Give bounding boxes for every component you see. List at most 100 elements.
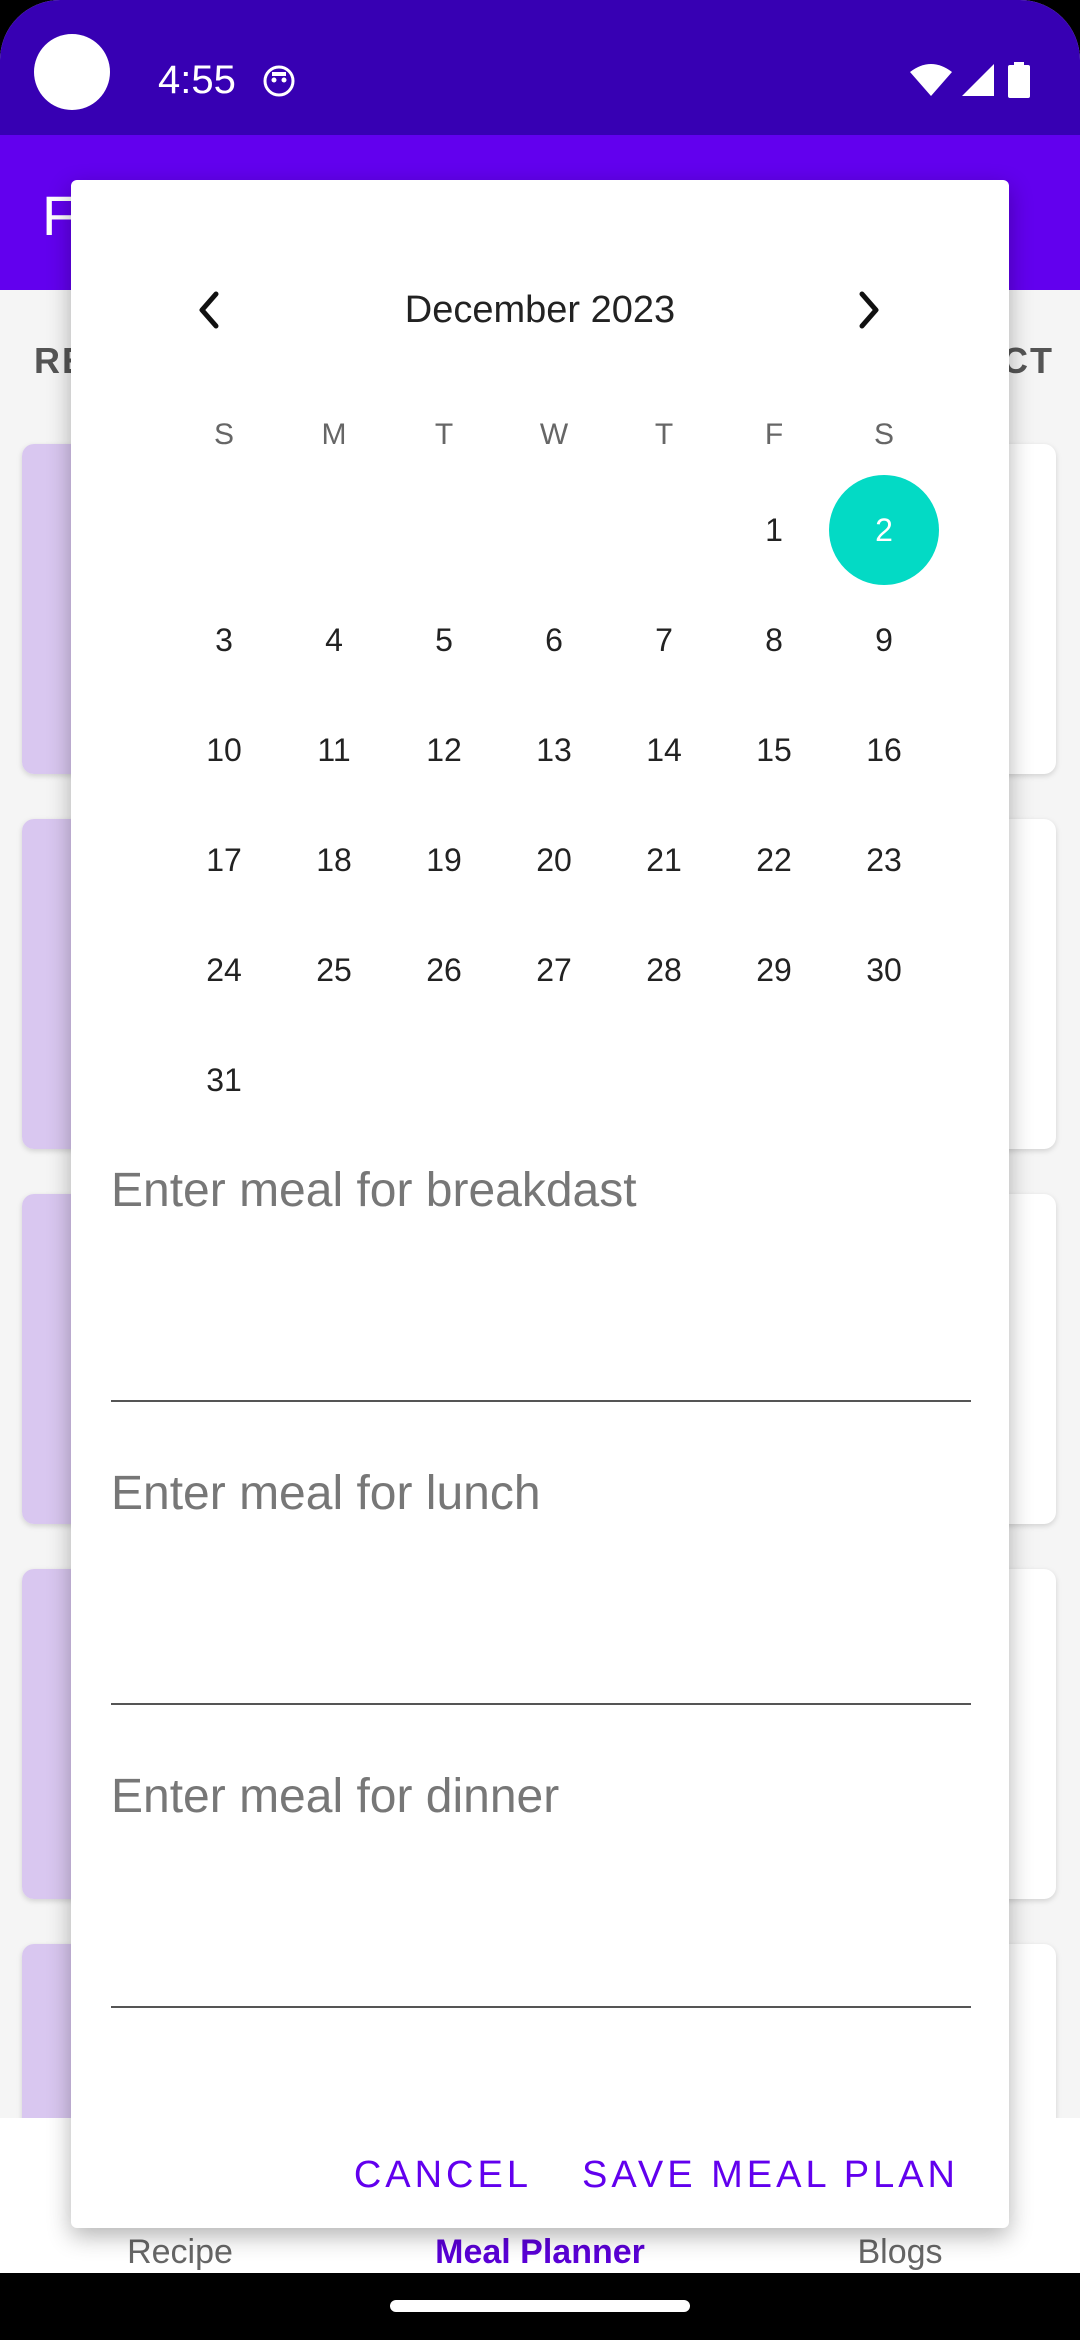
calendar-day-number: 2	[875, 511, 893, 548]
calendar-day-number: 22	[756, 841, 792, 878]
calendar-empty-cell	[499, 1025, 609, 1135]
calendar-day[interactable]: 13	[499, 695, 609, 805]
calendar-day-number: 10	[206, 731, 242, 768]
calendar-day-number: 8	[765, 621, 783, 658]
calendar-week-row: 3 4 5 6 7 8 9	[169, 585, 939, 695]
calendar-day-number: 30	[866, 951, 902, 988]
calendar-day-number: 20	[536, 841, 572, 878]
weekday-label: S	[873, 418, 894, 451]
chevron-left-icon	[199, 291, 219, 329]
calendar-empty-cell	[609, 1025, 719, 1135]
calendar-day[interactable]: 24	[169, 915, 279, 1025]
lunch-field[interactable]	[111, 1453, 971, 1705]
calendar-week-row: 17 18 19 20 21 22 23	[169, 805, 939, 915]
calendar-day[interactable]: 2	[829, 475, 939, 585]
calendar-day[interactable]: 23	[829, 805, 939, 915]
calendar-day[interactable]: 20	[499, 805, 609, 915]
calendar-day[interactable]: 30	[829, 915, 939, 1025]
calendar-day-number: 6	[545, 621, 563, 658]
calendar-day[interactable]: 6	[499, 585, 609, 695]
calendar-day[interactable]: 22	[719, 805, 829, 915]
save-meal-plan-button[interactable]: SAVE MEAL PLAN	[582, 2140, 959, 2210]
calendar-day-number: 16	[866, 731, 902, 768]
lunch-input[interactable]	[111, 1453, 971, 1533]
calendar-empty-cell	[609, 475, 719, 585]
calendar-day-number: 18	[316, 841, 352, 878]
calendar-day-number: 28	[646, 951, 682, 988]
calendar-day-number: 5	[435, 621, 453, 658]
calendar-day[interactable]: 10	[169, 695, 279, 805]
calendar-day-number: 19	[426, 841, 462, 878]
next-month-button[interactable]	[839, 280, 899, 340]
calendar-day[interactable]: 27	[499, 915, 609, 1025]
calendar-day[interactable]: 17	[169, 805, 279, 915]
calendar-day-number: 31	[206, 1061, 242, 1098]
calendar-day-number: 14	[646, 731, 682, 768]
calendar-week-row: 31	[169, 1025, 939, 1135]
meal-plan-dialog: December 2023 S M T W T F S 1 2 3 4 5 6 7 8 9 10 1…	[71, 180, 1009, 2228]
cancel-button[interactable]: CANCEL	[354, 2140, 532, 2210]
calendar-day[interactable]: 28	[609, 915, 719, 1025]
weekday-label: S	[213, 418, 234, 451]
calendar-day-number: 11	[317, 731, 351, 768]
previous-month-button[interactable]	[179, 280, 239, 340]
breakfast-field[interactable]	[111, 1150, 971, 1402]
calendar-day[interactable]: 12	[389, 695, 499, 805]
calendar-day-number: 4	[325, 621, 343, 658]
calendar-day[interactable]: 5	[389, 585, 499, 695]
calendar-day[interactable]: 8	[719, 585, 829, 695]
calendar-day[interactable]: 4	[279, 585, 389, 695]
calendar-day[interactable]: 1	[719, 475, 829, 585]
calendar-day[interactable]: 15	[719, 695, 829, 805]
calendar-empty-cell	[829, 1025, 939, 1135]
calendar-week-row: 10 11 12 13 14 15 16	[169, 695, 939, 805]
calendar-day-number: 17	[206, 841, 242, 878]
calendar-day[interactable]: 9	[829, 585, 939, 695]
weekday-label: M	[321, 418, 347, 451]
weekday-label: T	[654, 418, 674, 451]
calendar-day-number: 9	[875, 621, 893, 658]
calendar-day[interactable]: 7	[609, 585, 719, 695]
calendar-day[interactable]: 26	[389, 915, 499, 1025]
calendar-day-number: 1	[765, 511, 783, 548]
calendar-day[interactable]: 18	[279, 805, 389, 915]
calendar-empty-cell	[279, 1025, 389, 1135]
calendar-day-number: 23	[866, 841, 902, 878]
app-screen: 4:55 F RE CT Recipe Meal Planner Blogs D…	[0, 0, 1080, 2340]
dialog-actions: CANCEL SAVE MEAL PLAN	[354, 2140, 959, 2210]
calendar-day[interactable]: 31	[169, 1025, 279, 1135]
calendar-empty-cell	[279, 475, 389, 585]
calendar-day[interactable]: 16	[829, 695, 939, 805]
calendar-day[interactable]: 14	[609, 695, 719, 805]
calendar-day[interactable]: 3	[169, 585, 279, 695]
calendar-day-number: 24	[206, 951, 242, 988]
calendar-day-number: 7	[655, 621, 673, 658]
calendar-day-number: 3	[215, 621, 233, 658]
chevron-right-icon	[859, 291, 879, 329]
calendar-day[interactable]: 29	[719, 915, 829, 1025]
calendar-day[interactable]: 21	[609, 805, 719, 915]
calendar-header: December 2023	[71, 275, 1009, 345]
weekday-label: F	[764, 418, 784, 451]
calendar-empty-cell	[389, 475, 499, 585]
calendar-day[interactable]: 11	[279, 695, 389, 805]
calendar-day-number: 27	[536, 951, 572, 988]
weekday-label: T	[434, 418, 454, 451]
dinner-field[interactable]	[111, 1756, 971, 2008]
calendar-week-row: 12	[169, 475, 939, 585]
calendar-day[interactable]: 19	[389, 805, 499, 915]
breakfast-input[interactable]	[111, 1150, 971, 1230]
calendar-empty-cell	[499, 475, 609, 585]
calendar-empty-cell	[169, 475, 279, 585]
calendar-day-number: 13	[536, 731, 572, 768]
calendar-day-number: 25	[316, 951, 352, 988]
dinner-input[interactable]	[111, 1756, 971, 1836]
calendar-week-row: 24 25 26 27 28 29 30	[169, 915, 939, 1025]
weekday-label: W	[539, 418, 569, 451]
weekday-header-row: S M T W T F S	[169, 400, 939, 470]
calendar-day[interactable]: 25	[279, 915, 389, 1025]
calendar-day-number: 26	[426, 951, 462, 988]
calendar-day-number: 12	[426, 731, 462, 768]
calendar-empty-cell	[719, 1025, 829, 1135]
home-indicator[interactable]	[390, 2300, 690, 2312]
